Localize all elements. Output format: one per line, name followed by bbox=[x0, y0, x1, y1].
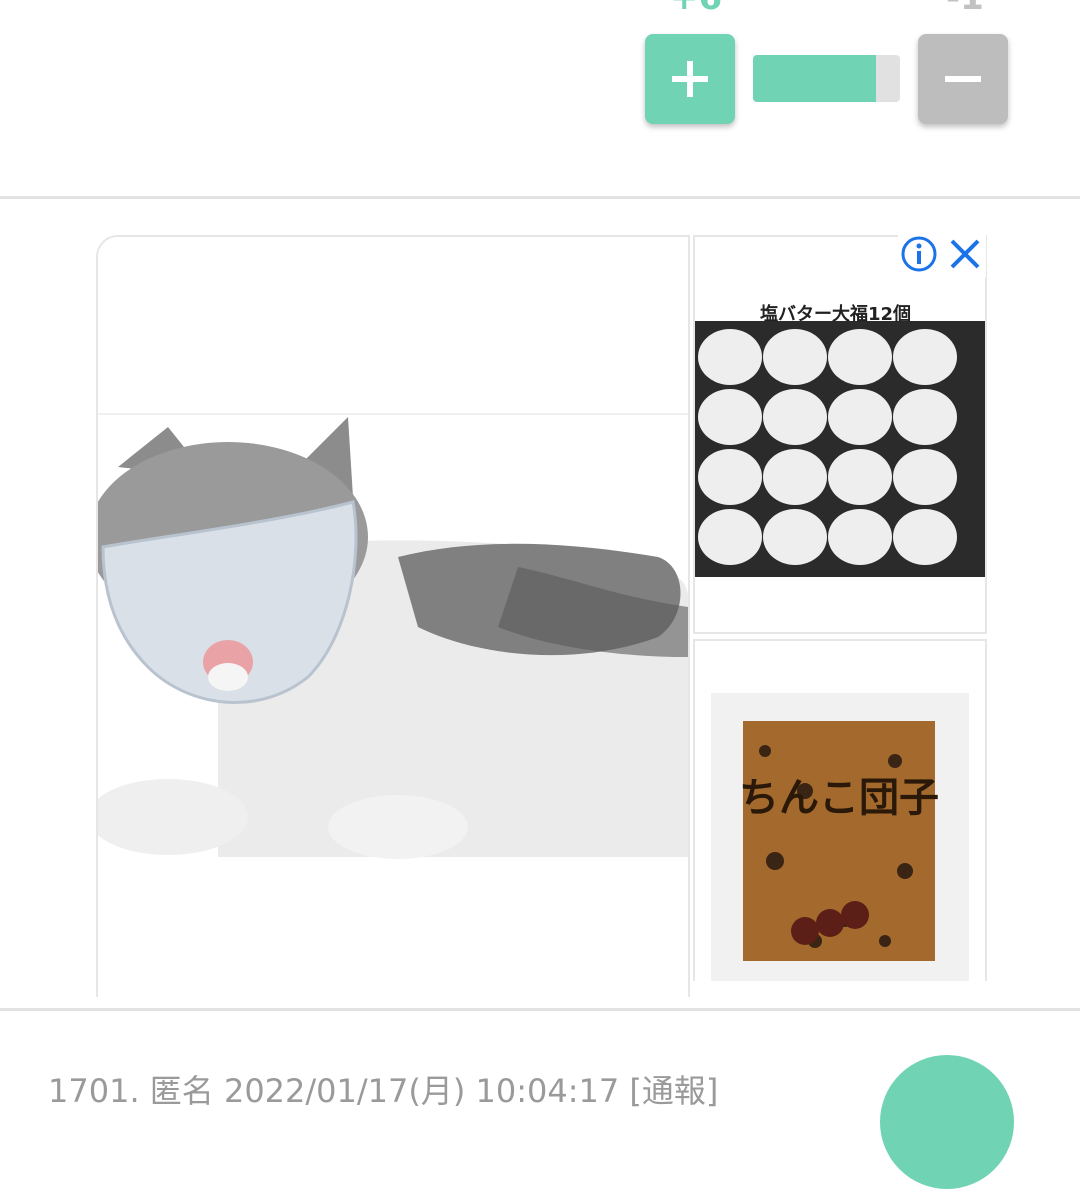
plus-vote-button-next[interactable] bbox=[880, 1055, 1014, 1189]
ad-side-daifuku[interactable] bbox=[693, 235, 987, 634]
dango-product-name: ちんこ団子 bbox=[739, 775, 939, 821]
cat-image bbox=[98, 237, 688, 997]
vote-ratio-bar bbox=[753, 55, 900, 102]
plus-count: +6 bbox=[670, 0, 722, 18]
ad-controls bbox=[898, 233, 986, 277]
plus-vote-button[interactable] bbox=[645, 34, 735, 124]
plus-icon bbox=[672, 61, 708, 97]
daifuku-image bbox=[695, 237, 985, 632]
close-icon[interactable] bbox=[950, 239, 980, 269]
minus-count: -1 bbox=[946, 0, 984, 18]
daifuku-title: 塩バター大福12個 bbox=[760, 304, 912, 325]
info-icon[interactable] bbox=[901, 236, 937, 272]
minus-vote-button[interactable] bbox=[918, 34, 1008, 124]
vote-ratio-fill bbox=[753, 55, 877, 102]
dango-image: ちんこ団子 bbox=[695, 641, 985, 981]
ad-main-cat-image[interactable] bbox=[96, 235, 690, 997]
divider-top bbox=[0, 196, 1080, 199]
minus-icon bbox=[945, 76, 981, 82]
post-meta: 1701. 匿名 2022/01/17(月) 10:04:17 [通報] bbox=[48, 1072, 719, 1110]
ad-side-dango[interactable]: ちんこ団子 bbox=[693, 639, 987, 981]
vote-area: +6 -1 bbox=[0, 0, 1080, 197]
